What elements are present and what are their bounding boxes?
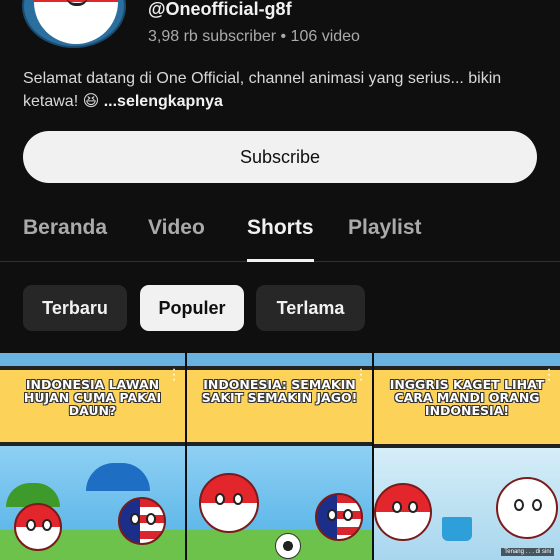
short-thumbnail-2[interactable]: Indonesia: semakin sakit semakin jago! ·… xyxy=(187,353,372,560)
chip-terbaru[interactable]: Terbaru xyxy=(23,285,127,331)
channel-description[interactable]: Selamat datang di One Official, channel … xyxy=(23,67,538,113)
indonesia-ball xyxy=(199,473,259,533)
title-banner: Inggris kaget lihat cara mandi orang Ind… xyxy=(374,366,560,448)
malaysia-ball xyxy=(118,497,166,545)
short-title: Indonesia: semakin sakit semakin jago! xyxy=(201,377,358,405)
subscribe-button[interactable]: Subscribe xyxy=(23,131,537,183)
more-link[interactable]: ...selengkapnya xyxy=(104,93,223,110)
tab-shorts[interactable]: Shorts xyxy=(247,216,314,240)
tab-beranda[interactable]: Beranda xyxy=(23,216,107,240)
eye-icon xyxy=(146,513,156,525)
short-thumbnail-1[interactable]: Indonesia lawan hujan cuma pakai daun? ·… xyxy=(0,353,185,560)
more-options-icon[interactable]: · · · xyxy=(358,362,364,388)
avatar-ball xyxy=(34,0,118,44)
more-options-icon[interactable]: · · · xyxy=(546,362,552,388)
channel-stats: 3,98 rb subscriber • 106 video xyxy=(148,28,360,45)
eye-icon xyxy=(215,493,225,505)
bucket-icon xyxy=(442,517,472,541)
title-banner: Indonesia lawan hujan cuma pakai daun? xyxy=(0,366,185,446)
eye-icon xyxy=(532,499,542,511)
eye-icon xyxy=(233,493,243,505)
video-caption: Tenang . . . di sini xyxy=(501,548,554,556)
tab-video[interactable]: Video xyxy=(148,216,205,240)
eye-icon xyxy=(343,509,353,521)
chip-terlama[interactable]: Terlama xyxy=(256,285,365,331)
channel-tabs: Beranda Video Shorts Playlist xyxy=(0,200,560,262)
eye-icon xyxy=(392,501,402,513)
short-thumbnail-3[interactable]: Inggris kaget lihat cara mandi orang Ind… xyxy=(374,353,560,560)
england-ball xyxy=(496,477,558,539)
title-banner: Indonesia: semakin sakit semakin jago! xyxy=(187,366,372,446)
soccer-ball-icon xyxy=(275,533,301,559)
short-title: Indonesia lawan hujan cuma pakai daun? xyxy=(23,377,162,418)
active-tab-indicator xyxy=(247,259,314,262)
eye-icon xyxy=(514,499,524,511)
opponent-ball xyxy=(315,493,363,541)
tab-playlist[interactable]: Playlist xyxy=(348,216,422,240)
indonesia-ball xyxy=(14,503,62,551)
eye-icon xyxy=(408,501,418,513)
eye-icon xyxy=(26,519,36,531)
indonesia-ball xyxy=(374,483,432,541)
chip-populer[interactable]: Populer xyxy=(140,285,244,331)
eye-icon xyxy=(327,509,337,521)
description-text: Selamat datang di One Official, channel … xyxy=(23,70,502,110)
channel-handle: @Oneofficial-g8f xyxy=(148,0,292,19)
more-options-icon[interactable]: · · · xyxy=(171,362,177,388)
channel-avatar[interactable] xyxy=(22,0,126,48)
eye-icon xyxy=(130,513,140,525)
eye-icon xyxy=(42,519,52,531)
short-title: Inggris kaget lihat cara mandi orang Ind… xyxy=(389,377,545,418)
